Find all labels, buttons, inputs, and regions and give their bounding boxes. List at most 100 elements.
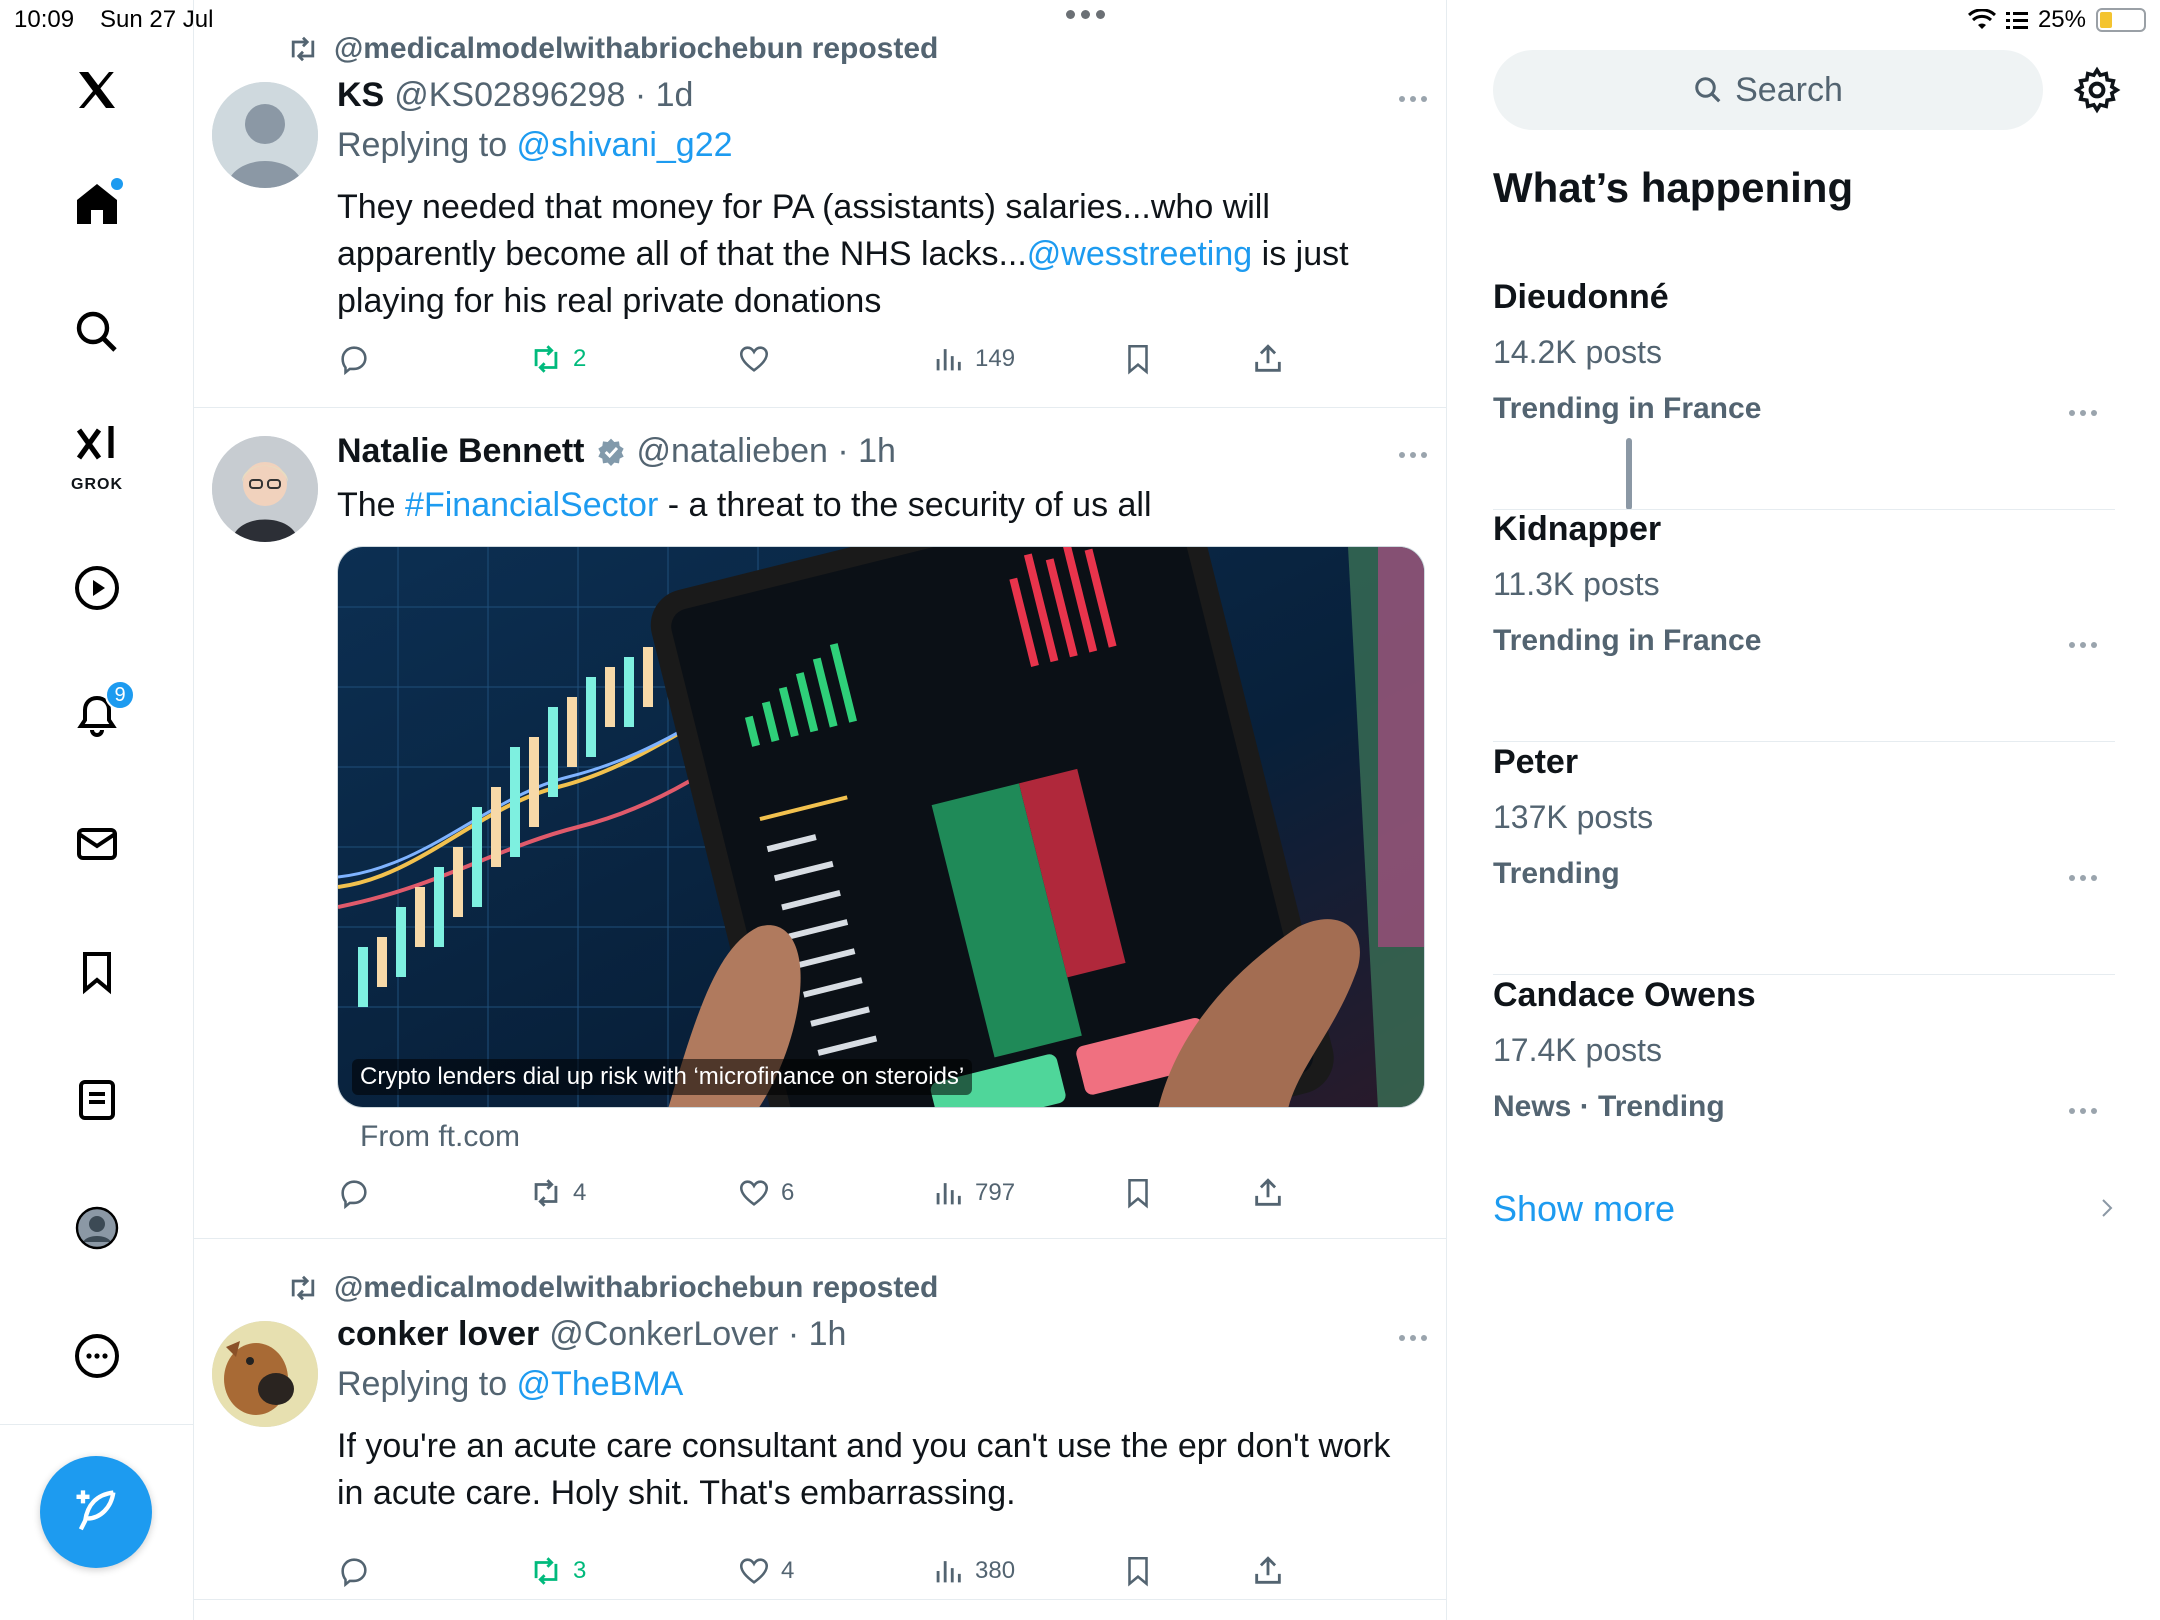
avatar-natalie-bennett[interactable]: [212, 436, 318, 542]
show-more-link[interactable]: Show more: [1493, 1188, 1675, 1230]
author-name[interactable]: KS: [337, 76, 384, 115]
views-icon: [936, 1561, 961, 1583]
trend-name: Dieudonné: [1493, 278, 1669, 316]
retweet-button[interactable]: 2: [529, 334, 586, 384]
notifications-badge: 9: [105, 680, 135, 710]
grok-icon[interactable]: GROK: [57, 410, 137, 500]
reply-button[interactable]: [337, 334, 371, 384]
post-text: The #FinancialSector - a threat to the s…: [337, 482, 1397, 529]
trading-tablet-image: [338, 547, 1424, 1107]
bookmark-button[interactable]: [1121, 1546, 1155, 1596]
compose-feather-icon: [76, 1490, 116, 1531]
post-more-button[interactable]: [1399, 1335, 1427, 1341]
views-count: 149: [975, 345, 1016, 372]
x-logo-icon[interactable]: [57, 50, 137, 130]
author-name[interactable]: Natalie Bennett: [337, 432, 585, 471]
bookmark-button[interactable]: [1121, 334, 1155, 384]
verified-badge-icon: [597, 438, 624, 466]
link-source[interactable]: From ft.com: [360, 1120, 520, 1154]
trend-context: Trending: [1493, 857, 1620, 890]
retweet-button[interactable]: 3: [529, 1546, 586, 1596]
author-handle[interactable]: @KS02896298 · 1d: [394, 76, 693, 115]
retweet-icon: [534, 1557, 558, 1585]
hashtag-link[interactable]: #FinancialSector: [405, 486, 658, 524]
home-icon[interactable]: [57, 164, 137, 244]
author-name[interactable]: conker lover: [337, 1315, 539, 1354]
share-icon: [1255, 1178, 1281, 1206]
whats-happening-title: What’s happening: [1493, 164, 1854, 211]
trend-item[interactable]: Peter 137K posts Trending: [1493, 743, 2115, 975]
chevron-right-icon: [2102, 1199, 2113, 1217]
tweet-natalie-bennett[interactable]: Natalie Bennett @natalieben · 1h The #Fi…: [194, 408, 1447, 1239]
like-count: 4: [781, 1557, 795, 1584]
post-actions: 3 4 380: [337, 1546, 1377, 1596]
retweet-count: 3: [573, 1557, 587, 1584]
post-more-button[interactable]: [1399, 96, 1427, 102]
share-button[interactable]: [1251, 1168, 1285, 1218]
bookmark-icon: [1128, 1556, 1148, 1587]
grok-label: GROK: [71, 476, 123, 493]
trend-item[interactable]: Kidnapper 11.3K posts Trending in France: [1493, 510, 2115, 742]
bookmark-icon: [1128, 1178, 1148, 1209]
gear-icon[interactable]: [2073, 66, 2121, 114]
views-button[interactable]: 149: [931, 334, 1015, 384]
like-button[interactable]: [737, 334, 781, 384]
compose-post-button[interactable]: [40, 1456, 152, 1568]
like-button[interactable]: 4: [737, 1546, 794, 1596]
tweet-conker-lover[interactable]: @medicalmodelwithabriochebun reposted co…: [194, 1239, 1447, 1600]
reply-mention-link[interactable]: @TheBMA: [517, 1365, 684, 1403]
replying-prefix: Replying to: [337, 1365, 517, 1403]
author-handle[interactable]: @ConkerLover · 1h: [549, 1315, 846, 1354]
mention-link[interactable]: @wesstreeting: [1027, 235, 1252, 273]
reply-button[interactable]: [337, 1546, 371, 1596]
share-button[interactable]: [1251, 334, 1285, 384]
share-icon: [1255, 344, 1281, 372]
left-nav: GROK 9: [0, 0, 194, 1620]
trend-more-button[interactable]: [2069, 1108, 2097, 1114]
home-unread-dot: [111, 178, 123, 190]
avatar-ks[interactable]: [212, 82, 318, 188]
notifications-icon[interactable]: 9: [57, 676, 137, 756]
link-card-image[interactable]: Crypto lenders dial up risk with ‘microf…: [337, 546, 1425, 1108]
post-actions: 4 6 797: [337, 1168, 1377, 1218]
right-sidebar: Search What’s happening Dieudonné 14.2K …: [1447, 0, 2160, 1620]
replying-prefix: Replying to: [337, 126, 517, 164]
repost-small-icon: [291, 36, 315, 62]
more-options-icon[interactable]: [57, 1316, 137, 1396]
repost-by-text: @medicalmodelwithabriochebun reposted: [334, 32, 939, 65]
trend-more-button[interactable]: [2069, 642, 2097, 648]
retweet-button[interactable]: 4: [529, 1168, 586, 1218]
reply-button[interactable]: [337, 1168, 371, 1218]
trend-more-button[interactable]: [2069, 875, 2097, 881]
profile-icon[interactable]: [57, 1188, 137, 1268]
post-actions: 2 149: [337, 334, 1377, 384]
reply-mention-link[interactable]: @shivani_g22: [517, 126, 733, 164]
video-icon[interactable]: [57, 548, 137, 628]
post-header: conker lover @ConkerLover · 1h: [337, 1315, 846, 1354]
bookmark-button[interactable]: [1121, 1168, 1155, 1218]
timeline-feed: @medicalmodelwithabriochebun reposted KS…: [194, 0, 1632, 1620]
heart-icon: [739, 1558, 769, 1584]
bookmarks-icon[interactable]: [57, 932, 137, 1012]
like-count: 6: [781, 1179, 795, 1206]
search-input[interactable]: Search: [1493, 50, 2043, 130]
messages-icon[interactable]: [57, 804, 137, 884]
lists-icon[interactable]: [57, 1060, 137, 1140]
trend-context: News · Trending: [1493, 1090, 1725, 1123]
reply-icon: [341, 346, 367, 376]
author-handle[interactable]: @natalieben · 1h: [637, 432, 896, 471]
tweet-ks[interactable]: @medicalmodelwithabriochebun reposted KS…: [194, 0, 1447, 408]
trend-more-button[interactable]: [2069, 410, 2097, 416]
views-button[interactable]: 380: [931, 1546, 1015, 1596]
trend-item[interactable]: Candace Owens 17.4K posts News · Trendin…: [1493, 976, 2115, 1208]
share-button[interactable]: [1251, 1546, 1285, 1596]
post-more-button[interactable]: [1399, 452, 1427, 458]
avatar-conker-lover[interactable]: [212, 1321, 318, 1427]
trend-item[interactable]: Dieudonné 14.2K posts Trending in France: [1493, 278, 2115, 510]
like-button[interactable]: 6: [737, 1168, 794, 1218]
post-text: If you're an acute care consultant and y…: [337, 1427, 1391, 1512]
search-icon[interactable]: [57, 292, 137, 372]
views-count: 797: [975, 1179, 1016, 1206]
replying-to: Replying to @shivani_g22: [337, 126, 733, 165]
views-button[interactable]: 797: [931, 1168, 1015, 1218]
